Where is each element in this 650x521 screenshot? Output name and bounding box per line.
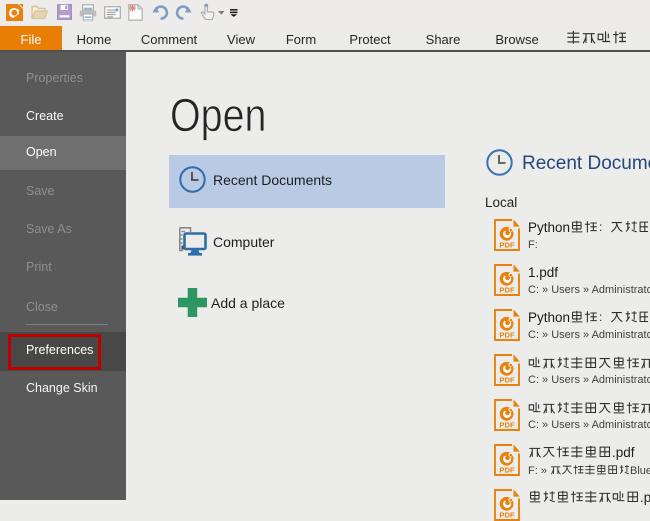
svg-text::: : — [599, 220, 602, 234]
svg-text::: : — [599, 310, 602, 324]
